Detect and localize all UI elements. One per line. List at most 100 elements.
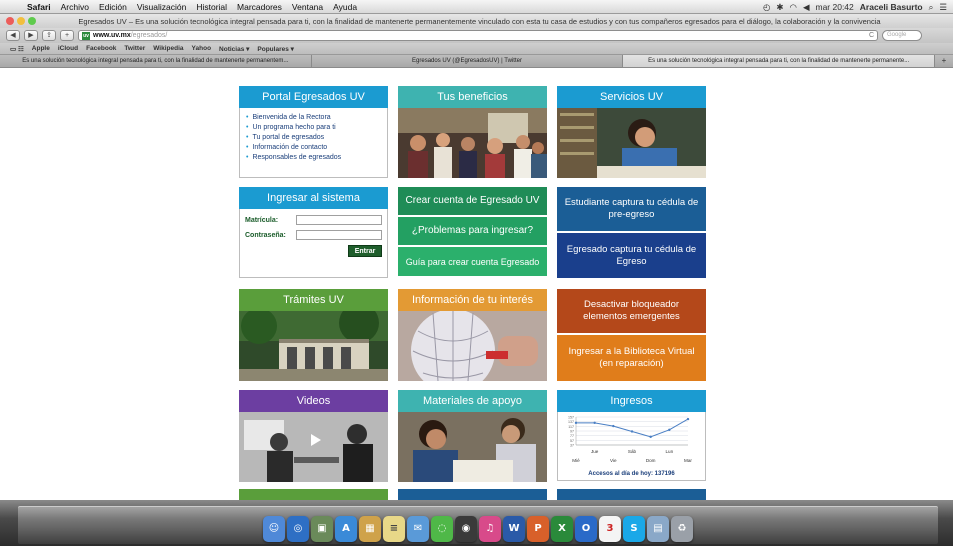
materiales-tile[interactable]: Materiales de apoyo: [398, 390, 547, 487]
menubar-user[interactable]: Araceli Basurto: [860, 2, 923, 12]
dock: ☺ ◎ ▣ A ▦ ≡ ✉ ◌ ◉ ♫ W P X O 3 S ▤ ♻: [18, 506, 938, 544]
videos-tile[interactable]: Videos: [239, 390, 388, 487]
cedula-egreso-button[interactable]: Egresado captura tu cédula de Egreso: [557, 233, 706, 278]
link-contacto[interactable]: Información de contacto: [246, 143, 381, 153]
link-responsables[interactable]: Responsables de egresados: [246, 153, 381, 163]
powerpoint-icon[interactable]: P: [527, 516, 549, 542]
servicios-title[interactable]: Servicios UV: [557, 86, 706, 108]
window-title: Egresados UV – Es una solución tecnológi…: [78, 16, 881, 26]
contrasena-label: Contraseña:: [245, 231, 286, 239]
menu-visualizacion[interactable]: Visualización: [132, 2, 191, 12]
bookmark-wikipedia[interactable]: Wikipedia: [153, 45, 183, 52]
desactivar-bloqueador-button[interactable]: Desactivar bloqueador elementos emergent…: [557, 289, 706, 335]
videos-title[interactable]: Videos: [239, 390, 388, 412]
reload-icon[interactable]: C: [869, 32, 874, 39]
link-programa[interactable]: Un programa hecho para ti: [246, 123, 381, 133]
link-bienvenida[interactable]: Bienvenida de la Rectora: [246, 113, 381, 123]
menu-ayuda[interactable]: Ayuda: [328, 2, 362, 12]
informacion-photo[interactable]: [398, 309, 547, 386]
beneficios-title[interactable]: Tus beneficios: [398, 86, 547, 108]
beneficios-photo[interactable]: [398, 108, 547, 178]
preview-icon[interactable]: ▣: [311, 516, 333, 542]
informacion-tile[interactable]: Información de tu interés: [398, 289, 547, 386]
tramites-title[interactable]: Trámites UV: [239, 289, 388, 311]
notes-icon[interactable]: ≡: [383, 516, 405, 542]
mail-icon[interactable]: ✉: [407, 516, 429, 542]
contrasena-input[interactable]: [296, 230, 382, 240]
servicios-photo[interactable]: [557, 108, 706, 178]
bluetooth-icon[interactable]: ✱: [776, 2, 783, 13]
materiales-title[interactable]: Materiales de apoyo: [398, 390, 547, 412]
menu-marcadores[interactable]: Marcadores: [232, 2, 287, 12]
menu-app-safari[interactable]: Safari: [22, 2, 56, 12]
calendar-icon[interactable]: 3: [599, 516, 621, 542]
search-field[interactable]: Google: [882, 30, 922, 41]
menubar-clock[interactable]: mar 20:42: [815, 2, 853, 12]
site-favicon-icon: uv: [82, 31, 90, 40]
tramites-tile[interactable]: Trámites UV: [239, 289, 388, 386]
notification-center-icon[interactable]: ☰: [939, 2, 947, 13]
bookmark-icloud[interactable]: iCloud: [58, 45, 78, 52]
zoom-window-button[interactable]: [28, 17, 36, 25]
bookmark-noticias[interactable]: Noticias ▾: [219, 45, 249, 53]
show-all-bookmarks-icon[interactable]: ▭ ☷: [10, 45, 24, 53]
menu-archivo[interactable]: Archivo: [56, 2, 94, 12]
close-window-button[interactable]: [6, 17, 14, 25]
materiales-photo[interactable]: [398, 412, 547, 482]
tab-egresados-active[interactable]: Es una solución tecnológica integral pen…: [623, 55, 936, 67]
portal-title[interactable]: Portal Egresados UV: [239, 86, 388, 108]
bloqueador-tile: Desactivar bloqueador elementos emergent…: [557, 289, 706, 381]
login-title: Ingresar al sistema: [239, 187, 388, 209]
forward-button[interactable]: ▶: [24, 30, 38, 41]
minimize-window-button[interactable]: [17, 17, 25, 25]
trash-icon[interactable]: ♻: [671, 516, 693, 542]
tab-twitter[interactable]: Egresados UV (@EgresadosUV) | Twitter: [311, 55, 624, 67]
word-icon[interactable]: W: [503, 516, 525, 542]
outlook-icon[interactable]: O: [575, 516, 597, 542]
menu-ventana[interactable]: Ventana: [287, 2, 328, 12]
messages-icon[interactable]: ◌: [431, 516, 453, 542]
beneficios-tile[interactable]: Tus beneficios: [398, 86, 547, 183]
biblioteca-virtual-button[interactable]: Ingresar a la Biblioteca Virtual (en rep…: [557, 335, 706, 381]
plus-icon: +: [64, 32, 70, 39]
entrar-button[interactable]: Entrar: [348, 245, 382, 257]
photos-icon[interactable]: ▦: [359, 516, 381, 542]
time-machine-icon[interactable]: ◴: [763, 2, 770, 13]
bookmark-apple[interactable]: Apple: [32, 45, 50, 52]
menu-edicion[interactable]: Edición: [94, 2, 132, 12]
wifi-icon[interactable]: ◠: [790, 2, 797, 13]
link-portal[interactable]: Tu portal de egresados: [246, 133, 381, 143]
tab-egresados-1[interactable]: Es una solución tecnológica integral pen…: [0, 55, 312, 67]
spotlight-icon[interactable]: ⌕: [929, 2, 934, 13]
servicios-tile[interactable]: Servicios UV: [557, 86, 706, 183]
cedula-preegreso-button[interactable]: Estudiante captura tu cédula de pre-egre…: [557, 187, 706, 233]
bookmark-populares[interactable]: Populares ▾: [257, 45, 294, 53]
address-bar[interactable]: uv www.uv.mx/egresados/ C: [78, 30, 878, 41]
login-tile: Ingresar al sistema Matrícula: Contraseñ…: [239, 187, 388, 278]
safari-icon[interactable]: ◎: [287, 516, 309, 542]
new-tab-button[interactable]: +: [935, 55, 953, 67]
itunes-icon[interactable]: ♫: [479, 516, 501, 542]
share-button[interactable]: ⇪: [42, 30, 56, 41]
bookmark-facebook[interactable]: Facebook: [86, 45, 116, 52]
page-content: Portal Egresados UV Bienvenida de la Rec…: [0, 69, 953, 500]
back-button[interactable]: ◀: [6, 30, 20, 41]
matricula-input[interactable]: [296, 215, 382, 225]
bookmark-twitter[interactable]: Twitter: [124, 45, 145, 52]
menu-historial[interactable]: Historial: [191, 2, 232, 12]
bookmark-yahoo[interactable]: Yahoo: [192, 45, 212, 52]
guia-cuenta-button[interactable]: Guía para crear cuenta Egresado: [398, 247, 547, 278]
facetime-icon[interactable]: ◉: [455, 516, 477, 542]
problemas-ingresar-button[interactable]: ¿Problemas para ingresar?: [398, 217, 547, 247]
tramites-photo[interactable]: [239, 303, 388, 381]
excel-icon[interactable]: X: [551, 516, 573, 542]
volume-icon[interactable]: ◀: [803, 2, 810, 13]
stacks-icon[interactable]: ▤: [647, 516, 669, 542]
crear-cuenta-button[interactable]: Crear cuenta de Egresado UV: [398, 187, 547, 217]
add-bookmark-button[interactable]: +: [60, 30, 74, 41]
app-store-icon[interactable]: A: [335, 516, 357, 542]
videos-photo[interactable]: [239, 412, 388, 482]
skype-icon[interactable]: S: [623, 516, 645, 542]
finder-icon[interactable]: ☺: [263, 516, 285, 542]
informacion-title[interactable]: Información de tu interés: [398, 289, 547, 311]
